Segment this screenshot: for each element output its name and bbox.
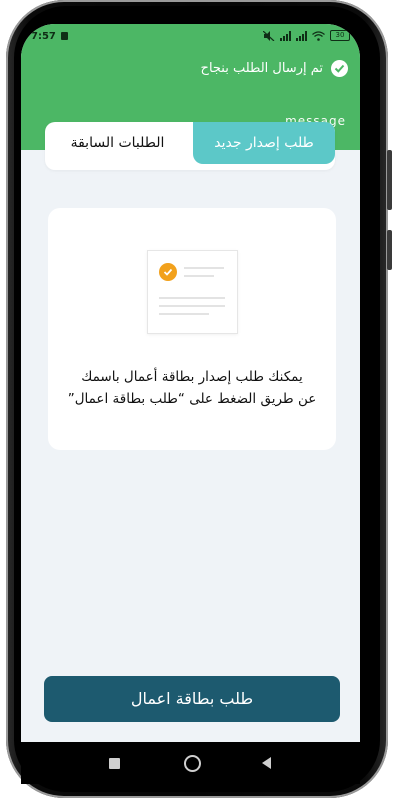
volume-button	[387, 150, 392, 210]
recents-icon[interactable]	[109, 758, 120, 769]
sim-icon	[61, 32, 68, 40]
tabs-bar: الطلبات السابقة طلب إصدار جديد	[45, 122, 335, 170]
battery-icon: 30	[330, 30, 350, 41]
info-text: يمكنك طلب إصدار بطاقة أعمال باسمك عن طري…	[60, 366, 324, 410]
home-icon[interactable]	[184, 755, 201, 772]
status-icons: 30	[263, 30, 350, 41]
toast-title: تم إرسال الطلب بنجاح	[200, 61, 323, 76]
info-text-line2: عن طريق الضغط على “طلب بطاقة اعمال”	[67, 391, 317, 407]
power-button	[387, 230, 392, 270]
info-card: يمكنك طلب إصدار بطاقة أعمال باسمك عن طري…	[48, 208, 336, 450]
tab-previous-requests[interactable]: الطلبات السابقة	[45, 122, 190, 164]
check-circle-icon	[331, 60, 348, 77]
document-check-icon	[147, 250, 238, 334]
wifi-icon	[312, 30, 325, 41]
toast-header: تم إرسال الطلب بنجاح	[201, 60, 348, 77]
mute-icon	[263, 30, 275, 41]
check-badge-icon	[159, 263, 177, 281]
screen: 7:57 30 تم إرسال الطلب بنجاح message الط…	[21, 24, 360, 742]
info-text-line1: يمكنك طلب إصدار بطاقة أعمال باسمك	[81, 369, 303, 385]
status-time: 7:57	[31, 31, 56, 42]
signal-icon	[296, 30, 307, 41]
back-icon[interactable]	[262, 757, 271, 769]
tab-new-request[interactable]: طلب إصدار جديد	[193, 122, 335, 164]
status-bar: 7:57 30	[21, 24, 360, 50]
signal-icon	[280, 30, 291, 41]
android-nav-bar	[21, 742, 360, 784]
request-card-button[interactable]: طلب بطاقة اعمال	[44, 676, 340, 722]
